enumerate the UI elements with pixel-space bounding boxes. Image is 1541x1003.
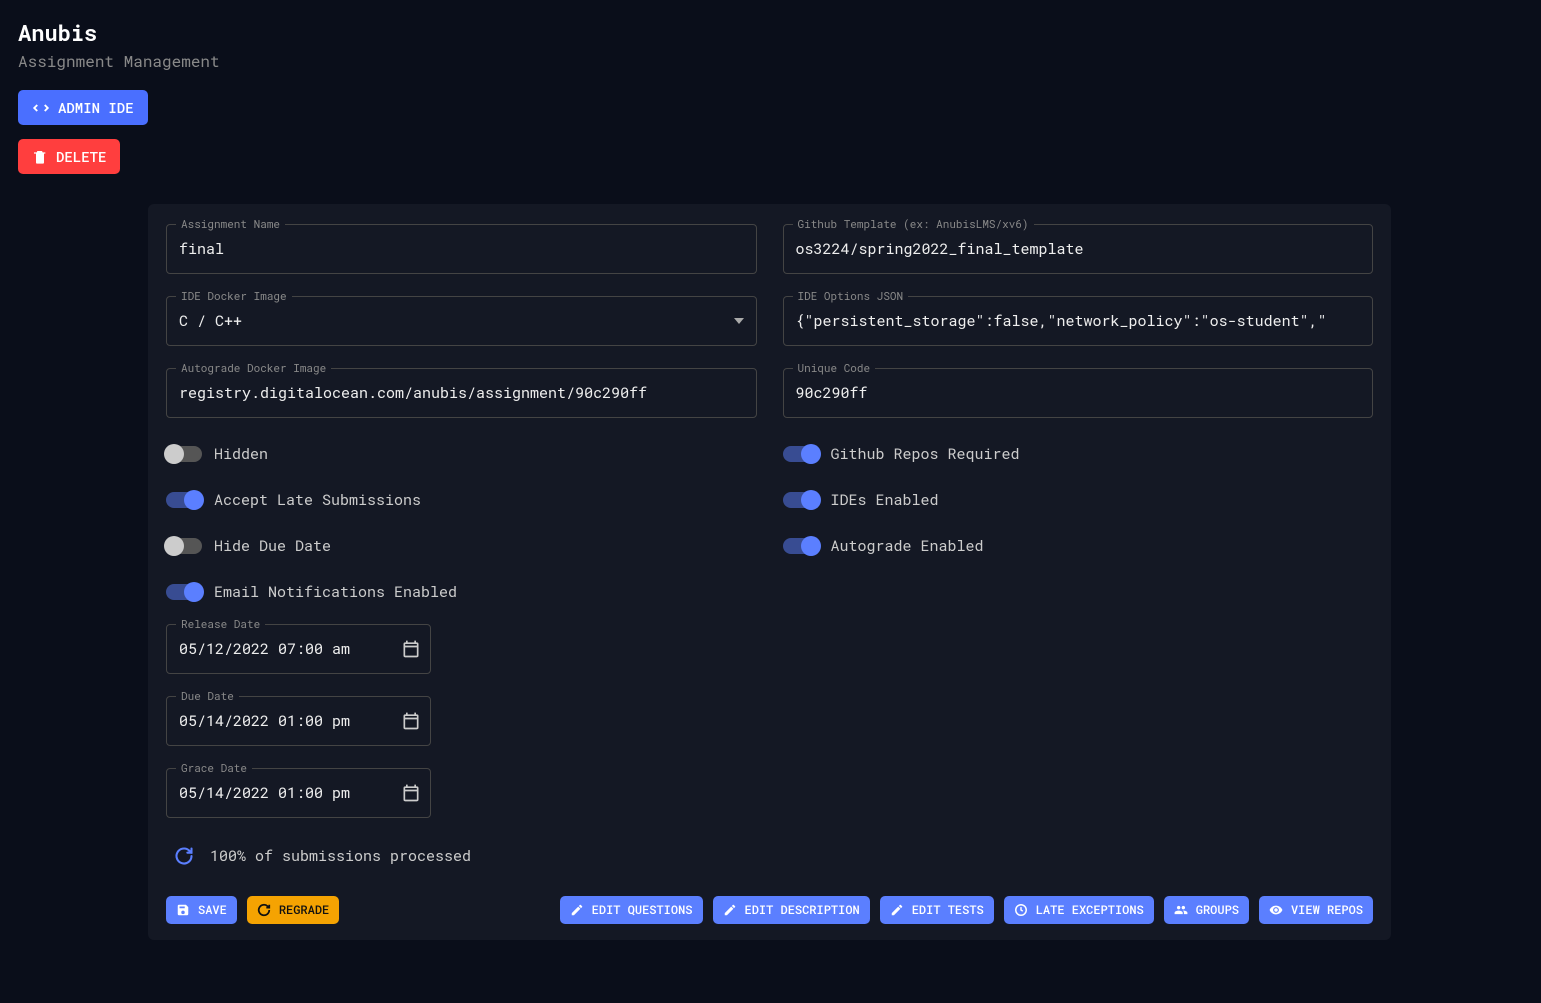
pencil-icon bbox=[570, 903, 584, 917]
field-label: IDE Docker Image bbox=[176, 288, 292, 303]
code-icon bbox=[32, 99, 50, 117]
toggle-label: Hidden bbox=[214, 444, 268, 464]
autograde-docker-image-field: Autograde Docker Image bbox=[166, 368, 757, 418]
pencil-icon bbox=[890, 903, 904, 917]
refresh-icon[interactable] bbox=[174, 846, 194, 866]
ide-docker-image-field: IDE Docker Image C / C++ bbox=[166, 296, 757, 346]
regrade-label: REGRADE bbox=[279, 902, 329, 918]
admin-ide-button[interactable]: ADMIN IDE bbox=[18, 90, 148, 125]
late-exceptions-label: LATE EXCEPTIONS bbox=[1036, 902, 1144, 918]
email-notifications-toggle[interactable] bbox=[166, 584, 202, 600]
assignment-name-input[interactable] bbox=[166, 224, 757, 274]
view-repos-label: VIEW REPOS bbox=[1291, 902, 1363, 918]
toggle-label: IDEs Enabled bbox=[831, 490, 939, 510]
people-icon bbox=[1174, 903, 1188, 917]
save-label: SAVE bbox=[198, 902, 227, 918]
edit-tests-label: EDIT TESTS bbox=[912, 902, 984, 918]
unique-code-field: Unique Code bbox=[783, 368, 1374, 418]
ide-docker-image-select[interactable]: C / C++ bbox=[166, 296, 757, 346]
grace-date-input[interactable] bbox=[166, 768, 431, 818]
field-label: Release Date bbox=[176, 616, 265, 631]
grace-date-field: Grace Date bbox=[166, 768, 431, 818]
regrade-button[interactable]: REGRADE bbox=[247, 896, 339, 924]
toggle-label: Accept Late Submissions bbox=[214, 490, 421, 510]
field-label: Autograde Docker Image bbox=[176, 360, 331, 375]
due-date-field: Due Date bbox=[166, 696, 431, 746]
github-template-field: Github Template (ex: AnubisLMS/xv6) bbox=[783, 224, 1374, 274]
calendar-icon[interactable] bbox=[401, 711, 421, 731]
release-date-input[interactable] bbox=[166, 624, 431, 674]
assignment-name-field: Assignment Name bbox=[166, 224, 757, 274]
pencil-icon bbox=[723, 903, 737, 917]
toggle-label: Email Notifications Enabled bbox=[214, 582, 457, 602]
edit-description-label: EDIT DESCRIPTION bbox=[745, 902, 860, 918]
ide-options-json-field: IDE Options JSON bbox=[783, 296, 1374, 346]
calendar-icon[interactable] bbox=[401, 639, 421, 659]
toggle-label: Github Repos Required bbox=[831, 444, 1020, 464]
unique-code-input[interactable] bbox=[783, 368, 1374, 418]
field-label: Assignment Name bbox=[176, 216, 285, 231]
field-label: Github Template (ex: AnubisLMS/xv6) bbox=[793, 216, 1034, 231]
field-label: Due Date bbox=[176, 688, 239, 703]
eye-icon bbox=[1269, 903, 1283, 917]
github-template-input[interactable] bbox=[783, 224, 1374, 274]
save-button[interactable]: SAVE bbox=[166, 896, 237, 924]
groups-button[interactable]: GROUPS bbox=[1164, 896, 1249, 924]
assignment-form-card: Assignment Name Github Template (ex: Anu… bbox=[148, 204, 1391, 940]
delete-label: DELETE bbox=[56, 147, 106, 166]
chevron-down-icon bbox=[734, 318, 744, 324]
toggle-label: Hide Due Date bbox=[214, 536, 331, 556]
page-subtitle: Assignment Management bbox=[18, 51, 1523, 72]
field-label: Grace Date bbox=[176, 760, 252, 775]
edit-tests-button[interactable]: EDIT TESTS bbox=[880, 896, 994, 924]
clock-icon bbox=[1014, 903, 1028, 917]
autograde-docker-image-input[interactable] bbox=[166, 368, 757, 418]
groups-label: GROUPS bbox=[1196, 902, 1239, 918]
edit-questions-label: EDIT QUESTIONS bbox=[592, 902, 693, 918]
field-label: Unique Code bbox=[793, 360, 876, 375]
ide-docker-image-value: C / C++ bbox=[179, 311, 242, 331]
delete-button[interactable]: DELETE bbox=[18, 139, 120, 174]
ides-enabled-toggle[interactable] bbox=[783, 492, 819, 508]
status-text: 100% of submissions processed bbox=[210, 846, 471, 866]
trash-icon bbox=[32, 149, 48, 165]
app-title: Anubis bbox=[18, 18, 1523, 47]
view-repos-button[interactable]: VIEW REPOS bbox=[1259, 896, 1373, 924]
refresh-icon bbox=[257, 903, 271, 917]
autograde-enabled-toggle[interactable] bbox=[783, 538, 819, 554]
ide-options-json-input[interactable] bbox=[783, 296, 1374, 346]
github-repos-required-toggle[interactable] bbox=[783, 446, 819, 462]
due-date-input[interactable] bbox=[166, 696, 431, 746]
calendar-icon[interactable] bbox=[401, 783, 421, 803]
toggle-label: Autograde Enabled bbox=[831, 536, 984, 556]
edit-description-button[interactable]: EDIT DESCRIPTION bbox=[713, 896, 870, 924]
admin-ide-label: ADMIN IDE bbox=[58, 98, 134, 117]
save-icon bbox=[176, 903, 190, 917]
hide-due-date-toggle[interactable] bbox=[166, 538, 202, 554]
accept-late-toggle[interactable] bbox=[166, 492, 202, 508]
late-exceptions-button[interactable]: LATE EXCEPTIONS bbox=[1004, 896, 1154, 924]
release-date-field: Release Date bbox=[166, 624, 431, 674]
hidden-toggle[interactable] bbox=[166, 446, 202, 462]
field-label: IDE Options JSON bbox=[793, 288, 909, 303]
edit-questions-button[interactable]: EDIT QUESTIONS bbox=[560, 896, 703, 924]
